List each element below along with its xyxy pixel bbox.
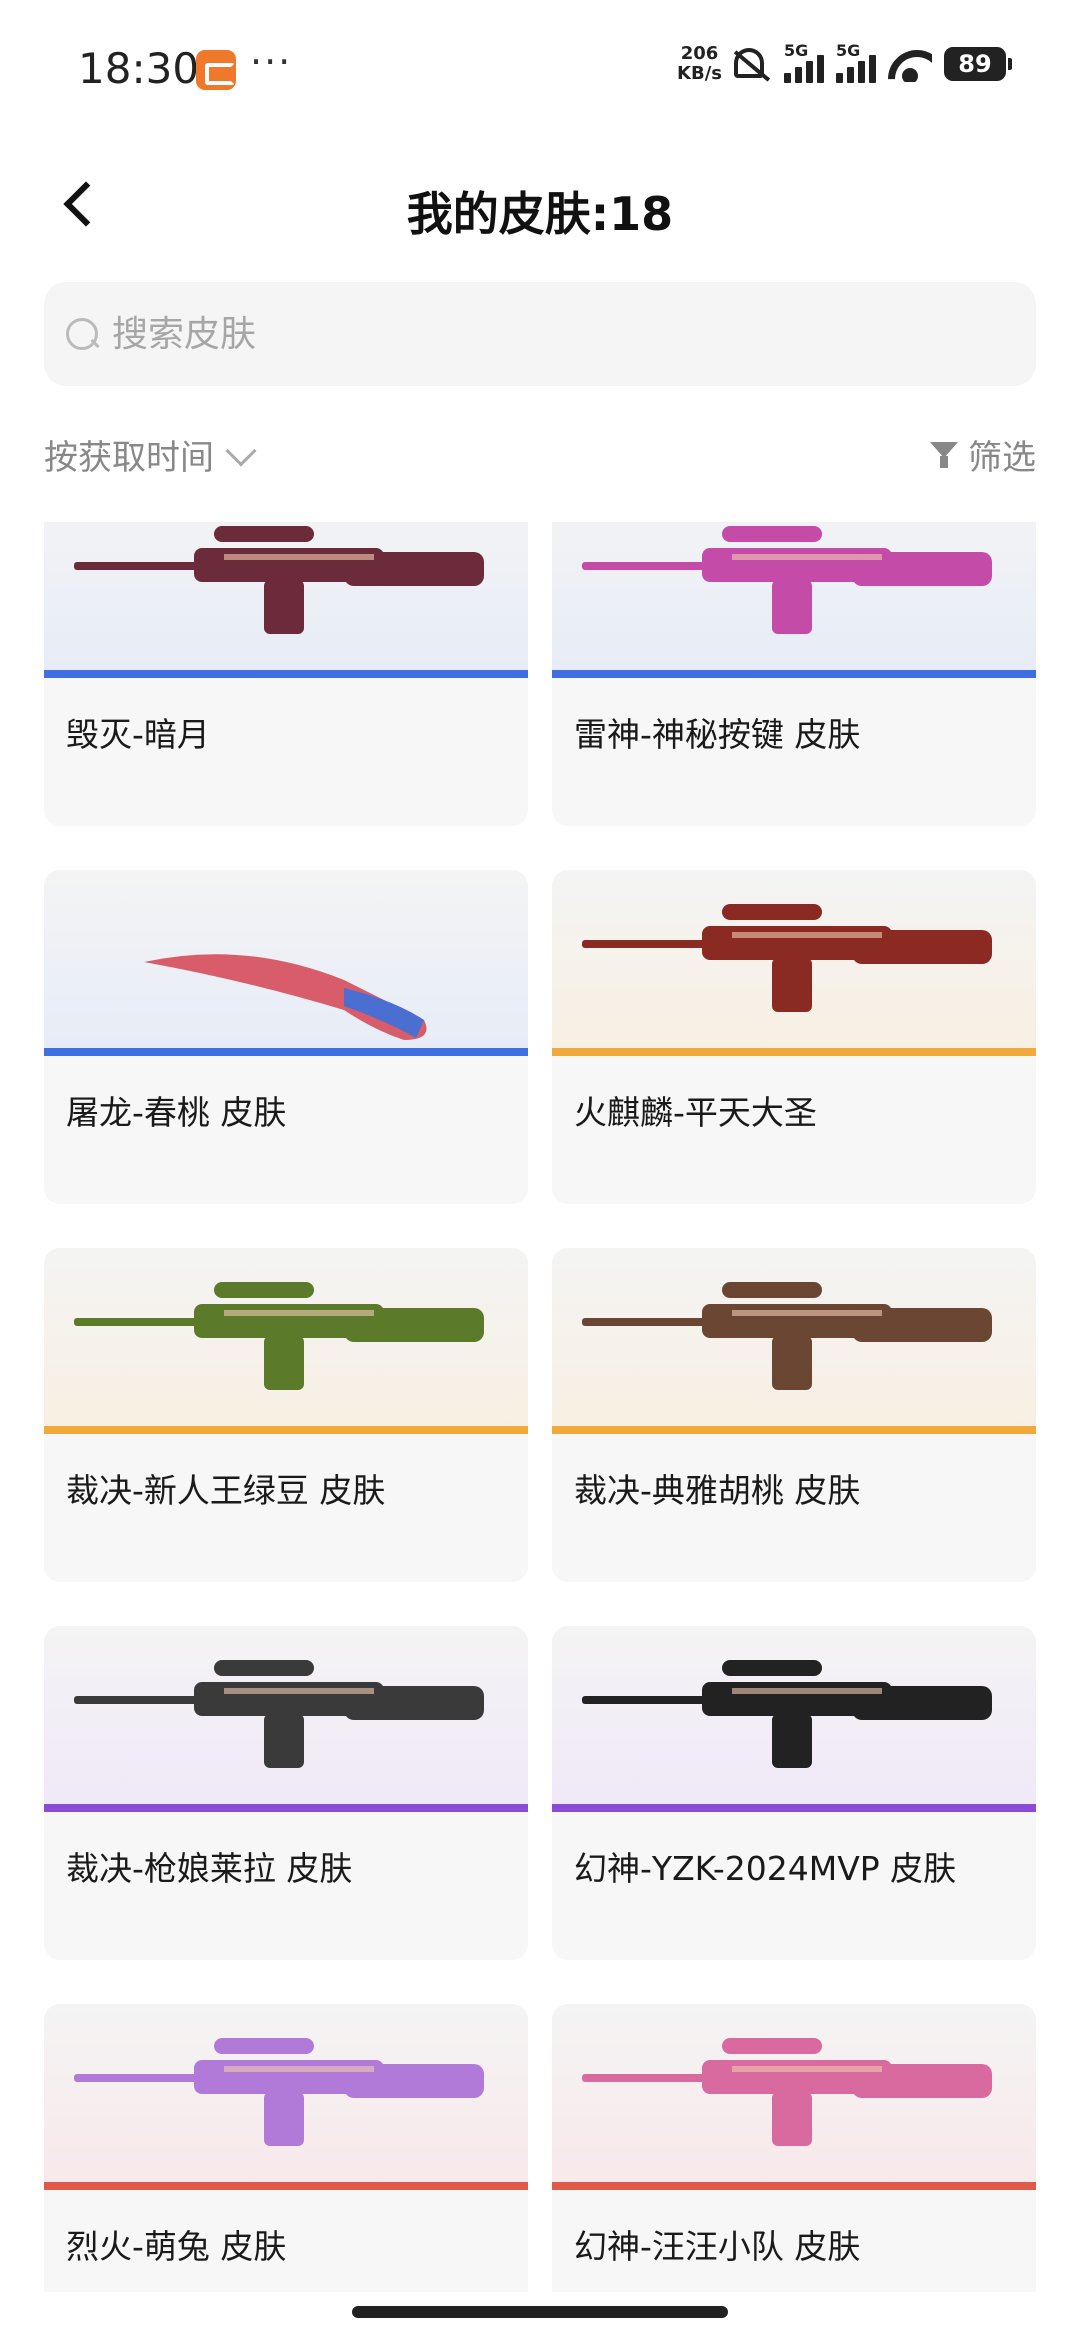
skin-image [552, 2004, 1036, 2190]
skin-image [44, 870, 528, 1056]
weapon-icon [144, 954, 427, 1040]
skin-name: 雷神-神秘按键 皮肤 [574, 715, 861, 754]
home-indicator[interactable] [352, 2306, 728, 2318]
rarity-bar [44, 2182, 528, 2190]
skin-name: 毁灭-暗月 [66, 715, 210, 754]
skin-card[interactable]: 幻神-汪汪小队 皮肤 [552, 2004, 1036, 2292]
weapon-icon [74, 1660, 484, 1768]
chevron-down-icon [225, 434, 257, 467]
status-bar: 18:30 ··· 206 KB/s 5G 5G 89 [0, 0, 1080, 140]
sim1-label: 5G [784, 41, 809, 60]
rarity-bar [552, 1804, 1036, 1812]
weapon-icon [582, 904, 992, 1012]
skin-name: 屠龙-春桃 皮肤 [66, 1093, 287, 1132]
skin-name: 裁决-典雅胡桃 皮肤 [574, 1471, 861, 1510]
weapon-icon [582, 2038, 992, 2146]
rarity-bar [552, 1048, 1036, 1056]
skin-card[interactable]: 屠龙-春桃 皮肤 [44, 870, 528, 1204]
skin-card[interactable]: 裁决-枪娘莱拉 皮肤 [44, 1626, 528, 1960]
skin-name: 幻神-汪汪小队 皮肤 [574, 2227, 861, 2266]
skin-card[interactable]: 裁决-新人王绿豆 皮肤 [44, 1248, 528, 1582]
more-notifications-icon: ··· [250, 40, 293, 84]
sort-dropdown[interactable]: 按获取时间 [44, 430, 257, 479]
page-title: 我的皮肤:18 [406, 187, 674, 241]
skin-grid: 毁灭-暗月 雷神-神秘按键 皮肤屠龙-春桃 皮肤 火麒麟-平天大圣裁决-新人王绿豆 … [44, 522, 1036, 2292]
rarity-bar [552, 2182, 1036, 2190]
weapon-icon [582, 1660, 992, 1768]
wifi-icon [888, 46, 932, 82]
search-input[interactable] [112, 313, 1012, 355]
network-speed-value: 206 [680, 43, 719, 64]
skin-name: 烈火-萌兔 皮肤 [66, 2227, 287, 2266]
skin-image [44, 522, 528, 678]
weapon-icon [74, 1282, 484, 1390]
rarity-bar [44, 1048, 528, 1056]
skin-card[interactable]: 烈火-萌兔 皮肤 [44, 2004, 528, 2292]
skin-card[interactable]: 裁决-典雅胡桃 皮肤 [552, 1248, 1036, 1582]
mute-icon [734, 44, 772, 84]
page-header: 我的皮肤:18 [0, 160, 1080, 250]
filter-label: 筛选 [968, 438, 1036, 478]
sort-label: 按获取时间 [44, 438, 214, 478]
status-icons: 206 KB/s 5G 5G 89 [677, 41, 1012, 84]
weapon-icon [582, 526, 992, 634]
rarity-bar [44, 1804, 528, 1812]
weapon-icon [582, 1282, 992, 1390]
sim2-label: 5G [836, 41, 861, 60]
skin-image [552, 522, 1036, 678]
rarity-bar [44, 1426, 528, 1434]
search-bar[interactable] [44, 282, 1036, 386]
skin-image [552, 1626, 1036, 1812]
skin-name: 幻神-YZK-2024MVP 皮肤 [574, 1849, 957, 1888]
skin-name: 火麒麟-平天大圣 [574, 1093, 817, 1132]
weapon-icon [74, 2038, 484, 2146]
rarity-bar [552, 1426, 1036, 1434]
skin-image [552, 1248, 1036, 1434]
battery-icon: 89 [944, 47, 1012, 81]
network-speed-unit: KB/s [677, 63, 722, 84]
skin-card[interactable]: 毁灭-暗月 [44, 522, 528, 826]
status-time: 18:30 [78, 44, 200, 93]
signal-sim1-icon: 5G [784, 41, 824, 83]
network-speed: 206 KB/s [677, 44, 722, 84]
skin-card[interactable]: 幻神-YZK-2024MVP 皮肤 [552, 1626, 1036, 1960]
sort-filter-row: 按获取时间 筛选 [44, 430, 1036, 482]
filter-icon [930, 440, 960, 470]
rarity-bar [44, 670, 528, 678]
skin-name: 裁决-新人王绿豆 皮肤 [66, 1471, 386, 1510]
app-notification-icon [196, 50, 236, 90]
signal-sim2-icon: 5G [836, 41, 876, 83]
skin-image [44, 2004, 528, 2190]
battery-level: 89 [958, 50, 992, 78]
filter-button[interactable]: 筛选 [930, 430, 1036, 479]
skin-card[interactable]: 火麒麟-平天大圣 [552, 870, 1036, 1204]
skin-image [44, 1626, 528, 1812]
skin-image [44, 1248, 528, 1434]
rarity-bar [552, 670, 1036, 678]
search-icon [64, 316, 100, 352]
skin-name: 裁决-枪娘莱拉 皮肤 [66, 1849, 353, 1888]
skin-card[interactable]: 雷神-神秘按键 皮肤 [552, 522, 1036, 826]
weapon-icon [74, 526, 484, 634]
skin-image [552, 870, 1036, 1056]
